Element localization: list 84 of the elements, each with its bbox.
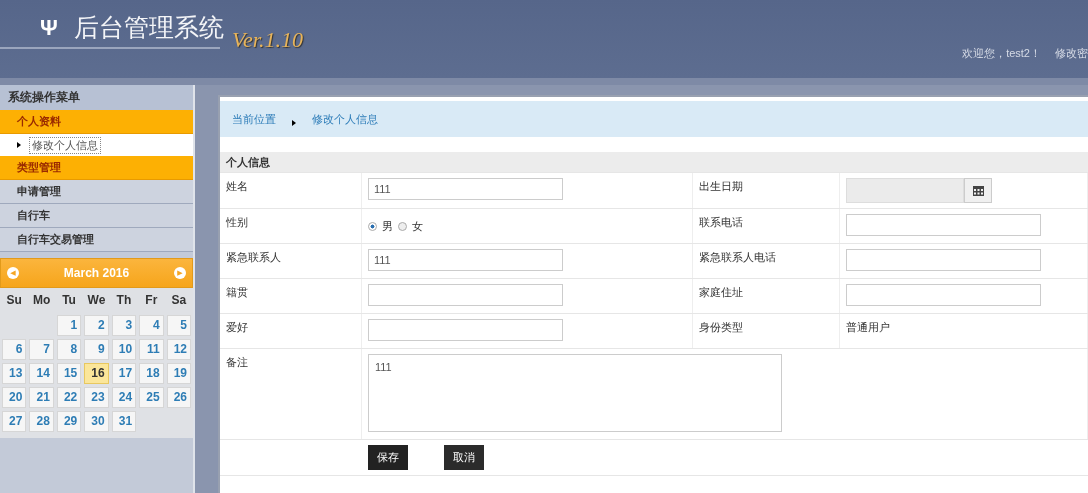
app-title: 后台管理系统 xyxy=(73,12,224,43)
text-field[interactable] xyxy=(846,284,1041,306)
text-field[interactable] xyxy=(846,214,1041,236)
calendar-day[interactable]: 13 xyxy=(2,363,27,384)
calendar-day[interactable]: 31 xyxy=(111,411,137,432)
calendar-day[interactable]: 10 xyxy=(111,339,137,360)
weekday-label: Sa xyxy=(170,292,188,309)
submenu-item[interactable]: 修改个人信息 xyxy=(29,136,101,154)
calendar-day[interactable]: 21 xyxy=(29,387,54,408)
radio-label: 男 xyxy=(382,218,393,234)
calendar-day[interactable]: 19 xyxy=(166,363,191,384)
remarks-field[interactable]: 111 xyxy=(368,354,782,432)
menu-item[interactable]: 个人资料 xyxy=(0,110,193,134)
calendar-day[interactable]: 22 xyxy=(56,387,82,408)
calendar-day[interactable]: 18 xyxy=(139,363,164,384)
calendar-day[interactable]: 1 xyxy=(56,315,82,336)
form-section-title: 个人信息 xyxy=(220,152,1088,172)
field-label: 身份类型 xyxy=(699,321,743,333)
text-field[interactable]: 111 xyxy=(368,178,563,200)
text-field[interactable] xyxy=(368,319,563,341)
calendar-day[interactable]: 2 xyxy=(84,315,109,336)
calendar-day[interactable]: 14 xyxy=(29,363,54,384)
calendar-day[interactable]: 25 xyxy=(139,387,164,408)
calendar-day[interactable]: 5 xyxy=(166,315,191,336)
calendar-day[interactable]: 20 xyxy=(2,387,27,408)
field-label: 紧急联系人 xyxy=(226,251,281,263)
calendar-icon xyxy=(972,185,984,196)
calendar-day[interactable]: 17 xyxy=(111,363,137,384)
menu-title: 系统操作菜单 xyxy=(0,85,193,110)
calendar-day[interactable]: 3 xyxy=(111,315,137,336)
calendar-day[interactable]: 23 xyxy=(84,387,109,408)
weekday-label: Th xyxy=(115,292,133,309)
field-label: 姓名 xyxy=(226,180,248,192)
calendar-day[interactable]: 16 xyxy=(84,363,109,384)
bullet-icon xyxy=(292,120,296,126)
calendar-day[interactable]: 15 xyxy=(56,363,82,384)
radio-button[interactable] xyxy=(368,221,377,231)
radio-label: 女 xyxy=(412,218,423,234)
cancel-button[interactable]: 取消 xyxy=(444,445,484,470)
logo-mark: Ψ xyxy=(40,14,58,41)
calendar-day[interactable]: 11 xyxy=(139,339,164,360)
save-button[interactable]: 保存 xyxy=(368,445,408,470)
welcome-text: 欢迎您，test2！ xyxy=(962,46,1041,61)
change-password-link[interactable]: 修改密 xyxy=(1055,46,1088,61)
weekday-label: Mo xyxy=(31,292,52,309)
field-label: 联系电话 xyxy=(699,216,743,228)
calendar-day[interactable]: 4 xyxy=(139,315,164,336)
text-field[interactable] xyxy=(846,249,1041,271)
menu-item[interactable]: 类型管理 xyxy=(0,156,193,180)
field-label: 紧急联系人电话 xyxy=(699,251,776,263)
menu-item[interactable]: 申请管理 xyxy=(0,180,193,204)
calendar-day[interactable]: 28 xyxy=(29,411,54,432)
weekday-label: Fr xyxy=(144,292,159,309)
field-label: 性别 xyxy=(226,216,248,228)
calendar-day[interactable]: 7 xyxy=(29,339,54,360)
calendar-day[interactable]: 24 xyxy=(111,387,137,408)
text-field[interactable]: 111 xyxy=(368,249,563,271)
breadcrumb-link[interactable]: 修改个人信息 xyxy=(312,111,378,127)
field-label: 备注 xyxy=(226,356,248,368)
calendar-day[interactable]: 8 xyxy=(56,339,82,360)
calendar-month-title: March 2016 xyxy=(63,266,130,280)
menu-item[interactable]: 自行车交易管理 xyxy=(0,228,193,252)
calendar-day[interactable]: 9 xyxy=(84,339,109,360)
field-label: 出生日期 xyxy=(699,180,743,192)
version-label: Ver.1.10 xyxy=(232,27,303,53)
field-label: 爱好 xyxy=(226,321,248,333)
field-label: 家庭住址 xyxy=(699,286,743,298)
radio-button[interactable] xyxy=(398,221,407,231)
breadcrumb-link[interactable]: 当前位置 xyxy=(232,111,276,127)
field-label: 籍贯 xyxy=(226,286,248,298)
calendar-day[interactable]: 29 xyxy=(56,411,82,432)
field-value: 普通用户 xyxy=(846,321,890,333)
weekday-label: Su xyxy=(5,292,23,309)
menu-item[interactable]: 自行车 xyxy=(0,204,193,228)
weekday-label: Tu xyxy=(61,292,77,309)
calendar-day[interactable]: 30 xyxy=(84,411,109,432)
bullet-icon xyxy=(17,142,21,148)
text-field[interactable] xyxy=(368,284,563,306)
calendar-day[interactable]: 12 xyxy=(166,339,191,360)
calendar-button[interactable] xyxy=(964,178,992,203)
calendar-day[interactable]: 26 xyxy=(166,387,191,408)
weekday-label: We xyxy=(86,292,107,309)
calendar-day[interactable]: 27 xyxy=(2,411,27,432)
calendar-day[interactable]: 6 xyxy=(2,339,27,360)
